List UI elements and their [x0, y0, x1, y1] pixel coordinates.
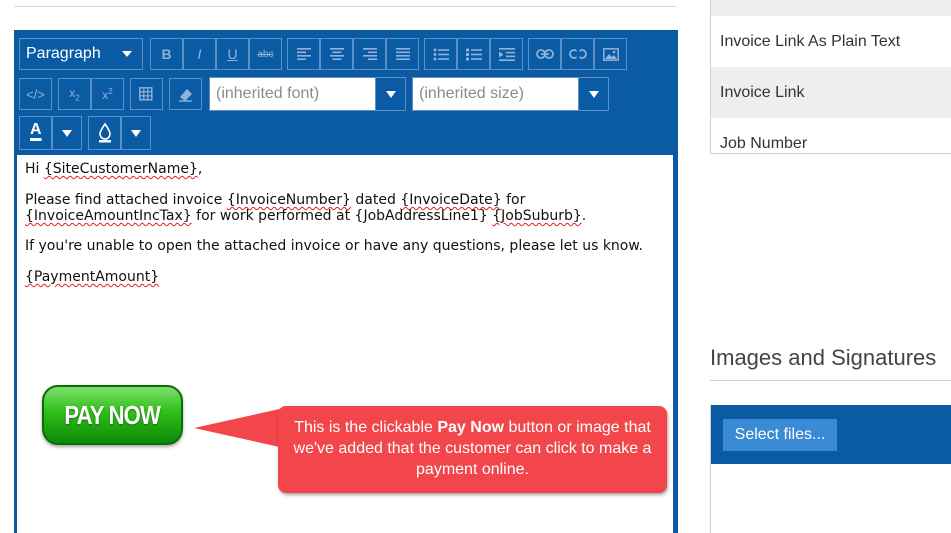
divider	[14, 6, 676, 7]
text: .	[581, 208, 587, 224]
justify-button[interactable]	[386, 38, 419, 70]
pay-now-label: PAY NOW	[64, 400, 161, 430]
text: Please find attached invoice	[25, 192, 227, 208]
align-center-icon	[329, 48, 344, 60]
section-divider	[710, 380, 951, 381]
chevron-down-icon	[122, 51, 132, 57]
subscript-icon: x2	[69, 85, 80, 103]
block-format-value: Paragraph	[26, 45, 101, 62]
text-color-icon: A	[30, 121, 42, 138]
text: ,	[197, 161, 203, 177]
numbered-list-icon	[465, 48, 482, 60]
background-color-button[interactable]	[88, 116, 121, 150]
unlink-icon	[568, 47, 587, 61]
eraser-icon	[178, 89, 192, 102]
field-label: Invoice Link As Plain Text	[720, 32, 901, 50]
text-color-dropdown[interactable]	[52, 116, 82, 150]
section-title: Images and Signatures	[710, 345, 937, 370]
annotation-callout: This is the clickable Pay Now button or …	[278, 406, 667, 493]
pay-now-button[interactable]: PAY NOW	[42, 385, 183, 445]
align-left-button[interactable]	[287, 38, 320, 70]
block-format-dropdown[interactable]: Paragraph	[19, 38, 143, 70]
field-list-row	[711, 0, 951, 16]
italic-button[interactable]: I	[183, 38, 216, 70]
indent-button[interactable]	[490, 38, 523, 70]
field-list-item-invoice-link[interactable]: Invoice Link	[711, 67, 951, 118]
image-icon	[602, 47, 619, 61]
greeting-line: Hi {SiteCustomerName},	[25, 161, 665, 177]
payment-line: {PaymentAmount}	[25, 269, 665, 285]
merge-field: {PaymentAmount}	[25, 269, 160, 285]
font-family-combobox[interactable]: (inherited font)	[209, 77, 406, 111]
insert-link-button[interactable]	[528, 38, 561, 70]
align-right-button[interactable]	[353, 38, 386, 70]
strikethrough-button[interactable]: abc	[249, 38, 282, 70]
insert-image-button[interactable]	[594, 38, 627, 70]
select-files-button[interactable]: Select files...	[723, 419, 837, 451]
clear-formatting-button[interactable]	[169, 78, 202, 110]
text: for	[501, 192, 526, 208]
bold-button[interactable]: B	[150, 38, 183, 70]
invoice-paragraph: Please find attached invoice {InvoiceNum…	[25, 192, 665, 224]
view-html-button[interactable]: </>	[19, 78, 52, 110]
field-label: Job Number	[720, 135, 808, 152]
superscript-icon: x2	[102, 86, 113, 102]
chevron-down-icon[interactable]	[375, 78, 405, 110]
merge-field: {SiteCustomerName}	[43, 161, 198, 177]
strikethrough-icon: abc	[257, 48, 274, 60]
font-size-value: (inherited size)	[419, 85, 524, 102]
background-color-dropdown[interactable]	[121, 116, 151, 150]
underline-icon: U	[227, 46, 238, 62]
align-left-icon	[296, 48, 311, 60]
callout-pointer	[194, 408, 284, 448]
table-icon	[138, 87, 153, 101]
droplet-icon	[99, 123, 111, 143]
justify-icon	[395, 48, 410, 60]
field-list-item-job-number[interactable]: Job Number	[711, 118, 951, 153]
page: Paragraph B I U abc </> x2 x2 (inherited…	[0, 0, 951, 533]
merge-field: {InvoiceNumber}	[226, 192, 351, 208]
chevron-down-icon[interactable]	[578, 78, 608, 110]
merge-field: {JobSuburb}	[492, 208, 582, 224]
bullet-list-button[interactable]	[424, 38, 457, 70]
superscript-button[interactable]: x2	[91, 78, 124, 110]
align-right-icon	[362, 48, 377, 60]
underline-button[interactable]: U	[216, 38, 249, 70]
field-label: Invoice Link	[720, 83, 805, 101]
align-center-button[interactable]	[320, 38, 353, 70]
numbered-list-button[interactable]	[457, 38, 490, 70]
unlink-button[interactable]	[561, 38, 594, 70]
subscript-button[interactable]: x2	[58, 78, 91, 110]
font-family-value: (inherited font)	[216, 85, 320, 102]
insert-table-button[interactable]	[130, 78, 163, 110]
help-paragraph: If you're unable to open the attached in…	[25, 238, 643, 254]
text: Hi	[25, 161, 44, 177]
indent-icon	[498, 47, 515, 61]
panel-divider	[710, 153, 951, 154]
code-icon: </>	[26, 86, 45, 102]
text: dated	[350, 192, 401, 208]
italic-icon: I	[197, 46, 202, 62]
font-size-combobox[interactable]: (inherited size)	[412, 77, 609, 111]
bullet-list-icon	[433, 48, 449, 60]
bold-icon: B	[161, 46, 172, 62]
text-color-button[interactable]: A	[19, 116, 52, 150]
text: for work performed at {JobAddressLine1}	[191, 208, 493, 224]
merge-field: {InvoiceDate}	[400, 192, 502, 208]
callout-text: This is the clickable	[294, 419, 438, 436]
callout-bold-text: Pay Now	[437, 419, 505, 436]
link-icon	[535, 49, 554, 59]
merge-field: {InvoiceAmountIncTax}	[25, 208, 192, 224]
field-list-item-invoice-link-plain[interactable]: Invoice Link As Plain Text	[711, 16, 951, 67]
